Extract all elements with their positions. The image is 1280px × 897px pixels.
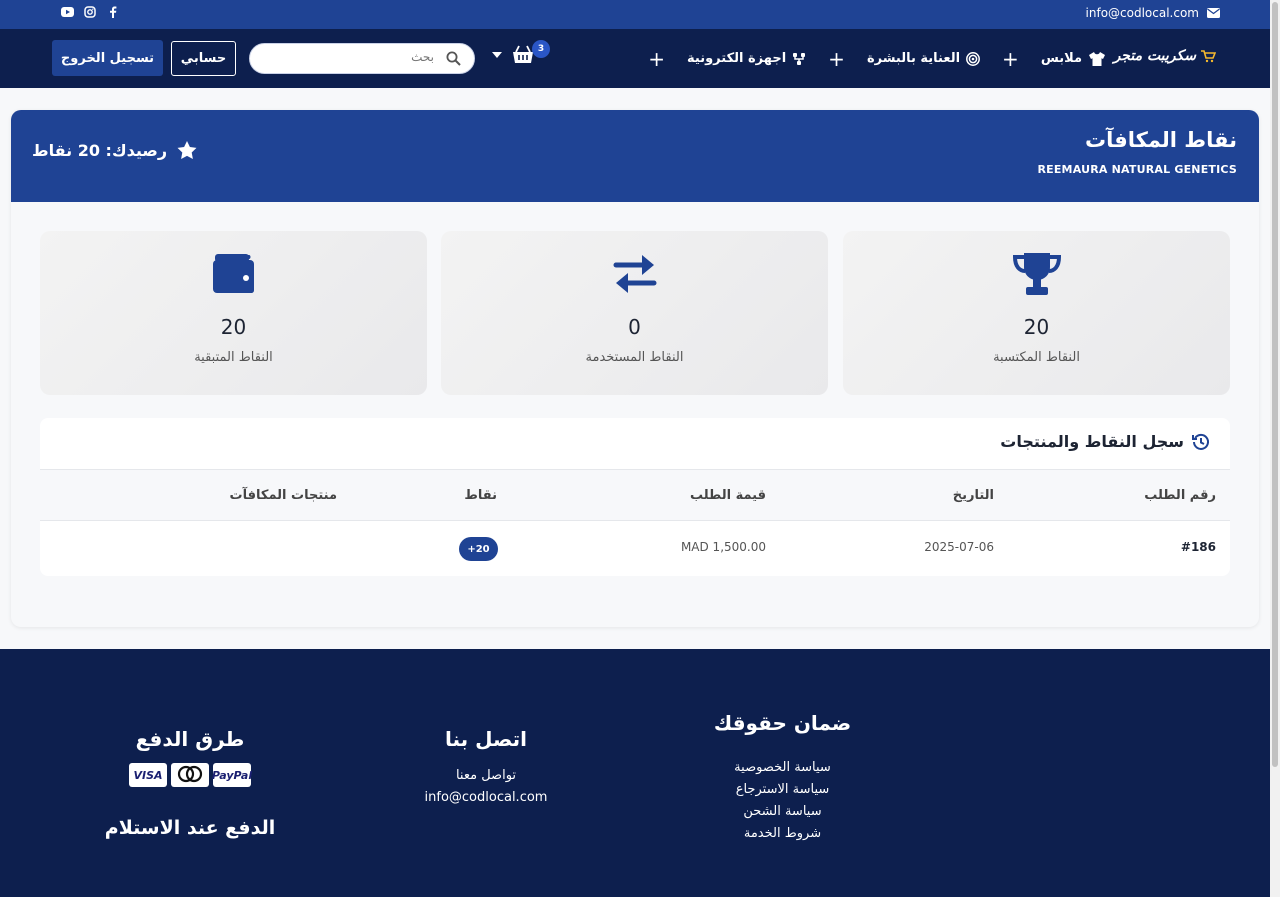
contact-email[interactable]: info@codlocal.com — [1086, 6, 1220, 20]
cart-logo-icon — [1201, 50, 1216, 63]
column-header: قيمة الطلب — [689, 488, 766, 503]
footer-link[interactable]: شروط الخدمة — [690, 823, 875, 845]
stat-value: 20 — [220, 315, 247, 339]
footer-heading: ضمان حقوقك — [713, 711, 852, 735]
target-icon — [966, 51, 980, 66]
youtube-icon[interactable] — [60, 5, 74, 19]
menu-item-clothes[interactable]: ملابس — [1041, 51, 1106, 66]
history-title: سجل النقاط والمنتجات — [1000, 432, 1210, 451]
footer-heading: اتصل بنا — [444, 727, 528, 751]
instagram-icon[interactable] — [83, 5, 97, 19]
stat-remaining-points: 20 النقاط المتبقية — [40, 231, 427, 395]
wallet-icon — [212, 254, 254, 293]
rewards-card: نقاط المكافآت REEMAURA NATURAL GENETICS … — [11, 110, 1259, 627]
email-text: info@codlocal.com — [1085, 6, 1199, 20]
scrollbar-thumb[interactable] — [1272, 2, 1278, 767]
stat-label: النقاط المكتسبة — [993, 350, 1080, 365]
search-input[interactable] — [264, 50, 434, 64]
rewards-header: نقاط المكافآت REEMAURA NATURAL GENETICS … — [11, 110, 1259, 202]
search-icon[interactable] — [446, 51, 461, 66]
footer-link[interactable]: info@codlocal.com — [400, 787, 572, 809]
mastercard-icon — [171, 763, 209, 787]
order-date: 2025-07-06 — [924, 540, 994, 554]
footer-link[interactable]: سياسة الاسترجاع — [690, 779, 875, 801]
menu-item-label: اجهزة الكترونية — [687, 51, 787, 66]
category-menu: ملابس + العناية بالبشرة + اجهزة الكتروني… — [626, 29, 1106, 88]
cash-on-delivery: الدفع عند الاستلام — [104, 817, 276, 839]
my-account-button[interactable]: حسابي — [171, 41, 236, 76]
logout-button[interactable]: تسجيل الخروج — [52, 40, 163, 76]
stat-label: النقاط المستخدمة — [585, 350, 684, 365]
column-header: رقم الطلب — [1144, 488, 1216, 503]
main-navbar: سكريبت متجر ملابس + العناية بالبشرة + اج… — [0, 29, 1270, 88]
column-header: نقاط — [464, 488, 497, 503]
paypal-card-icon: PayPal — [212, 763, 252, 787]
chevron-down-icon — [492, 51, 502, 58]
cart-count-badge: 3 — [532, 40, 550, 58]
social-links — [60, 5, 120, 19]
column-header: التاريخ — [952, 488, 994, 503]
footer-rights: ضمان حقوقك سياسة الخصوصية سياسة الاسترجا… — [690, 711, 875, 845]
site-footer: ضمان حقوقك سياسة الخصوصية سياسة الاسترجا… — [0, 649, 1270, 897]
trophy-icon — [1012, 253, 1061, 295]
store-logo[interactable]: سكريبت متجر — [1114, 48, 1216, 64]
top-bar: info@codlocal.com — [0, 0, 1270, 29]
payment-methods: VISA PayPal — [95, 763, 285, 787]
stat-used-points: 0 النقاط المستخدمة — [441, 231, 828, 395]
page-scrollbar[interactable] — [1270, 0, 1280, 897]
footer-heading: طرق الدفع — [135, 727, 245, 751]
footer-link[interactable]: سياسة الشحن — [690, 801, 875, 823]
exchange-icon — [613, 255, 656, 293]
points-balance: رصيدك: 20 نقاط — [32, 141, 197, 160]
facebook-icon[interactable] — [106, 5, 120, 19]
points-history: سجل النقاط والمنتجات رقم الطلب التاريخ ق… — [40, 418, 1230, 576]
chip-icon — [793, 52, 806, 65]
points-badge: +20 — [459, 537, 498, 561]
column-header: منتجات المكافآت — [229, 488, 337, 503]
page-title: نقاط المكافآت — [1084, 128, 1237, 152]
expand-plus-icon[interactable]: + — [828, 47, 845, 71]
cart-button[interactable]: 3 — [492, 40, 550, 64]
table-header: رقم الطلب التاريخ قيمة الطلب نقاط منتجات… — [40, 469, 1230, 521]
basket-icon — [513, 45, 533, 63]
stat-value: 20 — [1023, 315, 1050, 339]
star-icon — [177, 141, 197, 159]
shirt-icon — [1089, 51, 1105, 66]
history-icon — [1192, 433, 1209, 450]
order-number[interactable]: #186 — [1181, 540, 1216, 554]
stat-value: 0 — [628, 315, 641, 339]
visa-card-icon: VISA — [129, 763, 167, 787]
envelope-icon — [1207, 8, 1220, 18]
balance-text: رصيدك: 20 نقاط — [32, 141, 168, 160]
order-amount: MAD 1,500.00 — [680, 540, 766, 554]
history-title-text: سجل النقاط والمنتجات — [1000, 432, 1184, 451]
footer-link[interactable]: سياسة الخصوصية — [690, 757, 875, 779]
menu-item-label: ملابس — [1040, 51, 1082, 66]
footer-link[interactable]: تواصل معنا — [400, 765, 572, 787]
footer-contact: اتصل بنا تواصل معنا info@codlocal.com — [400, 727, 572, 809]
stat-earned-points: 20 النقاط المكتسبة — [843, 231, 1230, 395]
menu-item-label: العناية بالبشرة — [866, 51, 961, 66]
logo-text: سكريبت متجر — [1113, 48, 1196, 64]
menu-item-electronics[interactable]: اجهزة الكترونية — [687, 51, 806, 66]
footer-payment: طرق الدفع VISA PayPal الدفع عند الاستلام — [95, 727, 285, 839]
search-box — [249, 43, 475, 74]
stat-label: النقاط المتبقية — [194, 350, 273, 365]
expand-plus-icon[interactable]: + — [1002, 47, 1019, 71]
menu-item-skincare[interactable]: العناية بالبشرة — [867, 51, 980, 66]
expand-plus-icon[interactable]: + — [648, 47, 665, 71]
store-name: REEMAURA NATURAL GENETICS — [1037, 163, 1237, 176]
